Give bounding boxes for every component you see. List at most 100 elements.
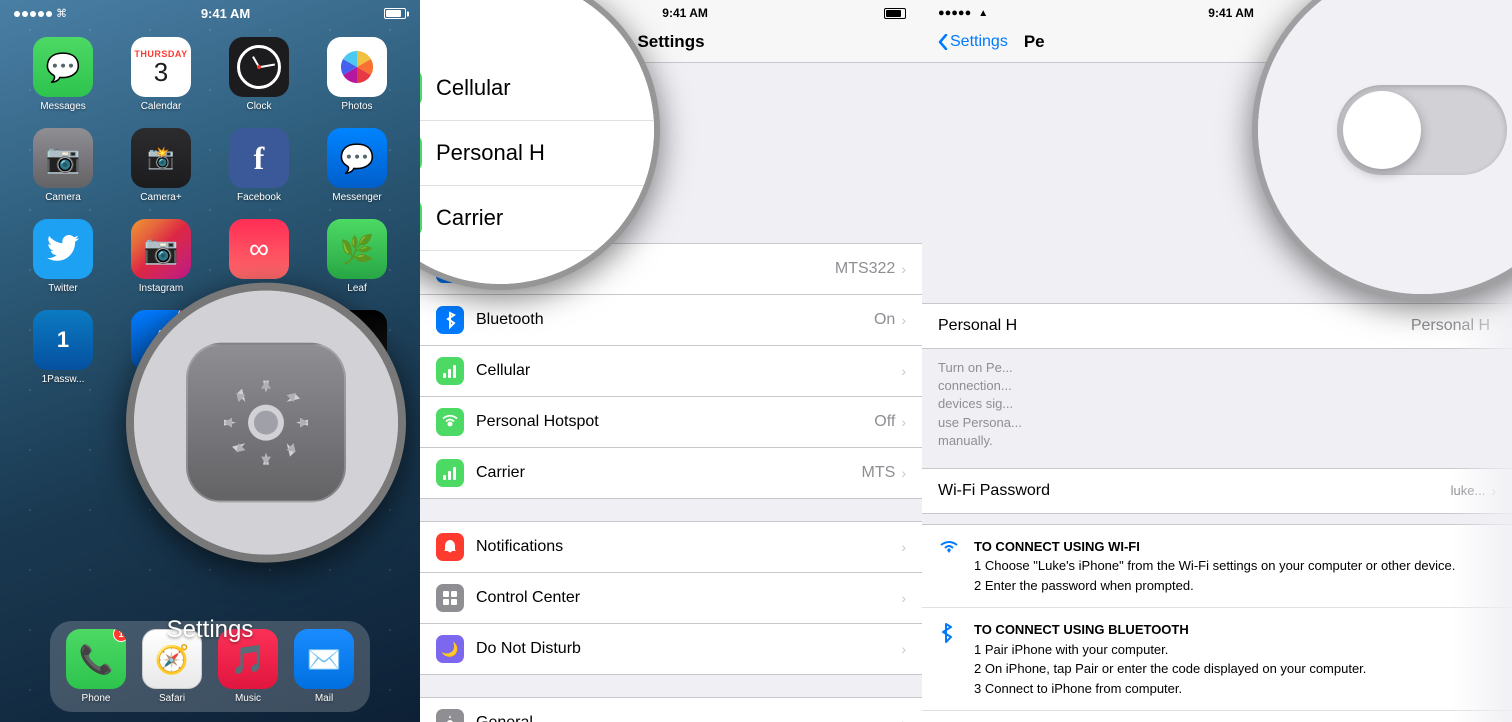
general-chevron: ›: [901, 715, 906, 722]
controlcenter-setting-icon: [436, 584, 464, 612]
general-setting-icon: [436, 709, 464, 722]
carrier-icon-svg: [441, 464, 459, 482]
app-item-1password[interactable]: 1 1Passw...: [23, 310, 103, 385]
app-item-camera[interactable]: 📷 Camera: [23, 128, 103, 203]
p3-dots: ●●●●●: [938, 7, 971, 19]
hotspot-content: Personal H Personal H Turn on Pe... conn…: [922, 303, 1512, 722]
p3-signal: ●●●●● ▲: [938, 7, 988, 19]
app-label-clock: Clock: [246, 101, 271, 112]
moon-icon: 🌙: [441, 641, 458, 658]
app-icon-1password[interactable]: 1: [33, 310, 93, 370]
dock-mail-icon[interactable]: ✉️: [294, 629, 354, 689]
settings-gap2: [420, 675, 922, 697]
dock-phone[interactable]: 📞 1 Phone: [66, 629, 126, 704]
app-icon-camera[interactable]: 📷: [33, 128, 93, 188]
settings-row-controlcenter[interactable]: Control Center ›: [420, 573, 922, 624]
notifications-setting-label: Notifications: [476, 538, 901, 556]
hotspot-value: Off: [874, 413, 895, 431]
status-signal: ⌘: [14, 7, 67, 20]
hotspot-desc-text2: connection...: [938, 378, 1012, 393]
dock-mail[interactable]: ✉️ Mail: [294, 629, 354, 704]
hotspot-section: Personal H Personal H: [922, 303, 1512, 349]
app-item-cameraplus[interactable]: 📸 Camera+: [121, 128, 201, 203]
app-label-camera: Camera: [45, 192, 81, 203]
settings-row-bluetooth[interactable]: Bluetooth On ›: [420, 295, 922, 346]
app-item-twitter[interactable]: Twitter: [23, 219, 103, 294]
app-icon-leaf[interactable]: 🌿: [327, 219, 387, 279]
app-icon-calendar[interactable]: THURSDAY 3: [131, 37, 191, 97]
notifications-icon-svg: [441, 538, 459, 556]
settings-row-general[interactable]: General ›: [420, 698, 922, 722]
facebook-glyph: f: [254, 140, 265, 177]
settings-row-notifications[interactable]: Notifications ›: [420, 522, 922, 573]
hotspot-desc-text4: use Persona...: [938, 415, 1022, 430]
controlcenter-icon-svg: [441, 589, 459, 607]
app-icon-photos[interactable]: [327, 37, 387, 97]
bluetooth-connect-heading: TO CONNECT USING BLUETOOTH: [974, 620, 1366, 640]
hotspot-chevron: ›: [901, 414, 906, 430]
app-label-facebook: Facebook: [237, 192, 281, 203]
twitter-bird-icon: [47, 235, 79, 263]
wifi-password-chevron: ›: [1491, 483, 1496, 499]
app-label-twitter: Twitter: [48, 283, 77, 294]
settings-group-general: General › ☀️ Display & Brightness ›: [420, 697, 922, 722]
app-icon-clock[interactable]: [229, 37, 289, 97]
settings-magnify-circle: [126, 283, 406, 563]
app-label-messenger: Messenger: [332, 192, 381, 203]
app-icon-instagram[interactable]: 📷: [131, 219, 191, 279]
cellular-setting-label: Cellular: [476, 362, 901, 380]
back-label: Settings: [950, 33, 1008, 51]
app-icon-facebook[interactable]: f: [229, 128, 289, 188]
camera-glyph: 📷: [46, 142, 81, 175]
ph-wifi-password-row[interactable]: Wi-Fi Password luke... ›: [922, 469, 1512, 513]
app-item-clock[interactable]: Clock: [219, 37, 299, 112]
app-icon-messages[interactable]: 💬: [33, 37, 93, 97]
app-item-messenger[interactable]: 💬 Messenger: [317, 128, 397, 203]
cellular-chevron: ›: [901, 363, 906, 379]
app-item-photos[interactable]: Photos: [317, 37, 397, 112]
app-icon-cameraplus[interactable]: 📸: [131, 128, 191, 188]
connect-bluetooth-text: TO CONNECT USING BLUETOOTH 1 Pair iPhone…: [974, 620, 1366, 698]
big-toggle[interactable]: [1337, 85, 1507, 175]
app-label-cameraplus: Camera+: [140, 192, 181, 203]
donotdisturb-chevron: ›: [901, 641, 906, 657]
general-gear-svg: [441, 714, 459, 722]
app-label-1password: 1Passw...: [42, 374, 85, 385]
settings-row-donotdisturb[interactable]: 🌙 Do Not Disturb ›: [420, 624, 922, 674]
app-item-messages[interactable]: 💬 Messages: [23, 37, 103, 112]
app-label-calendar: Calendar: [141, 101, 182, 112]
magnify2-personalh-icon: [420, 135, 422, 171]
wifi-chevron: ›: [901, 261, 906, 277]
controlcenter-setting-label: Control Center: [476, 589, 901, 607]
settings-large-icon: [186, 343, 346, 503]
app-icon-twitter[interactable]: [33, 219, 93, 279]
app-item-facebook[interactable]: f Facebook: [219, 128, 299, 203]
settings-row-cellular[interactable]: Cellular ›: [420, 346, 922, 397]
messages-glyph: 💬: [46, 51, 81, 84]
signal-dot1: [14, 11, 20, 17]
app-item-instagram[interactable]: 📷 Instagram: [121, 219, 201, 294]
app-icon-infinity[interactable]: ∞: [229, 219, 289, 279]
app-item-leaf[interactable]: 🌿 Leaf: [317, 219, 397, 294]
wifi-icon-p1: ⌘: [56, 7, 67, 20]
wifi-password-label: Wi-Fi Password: [938, 482, 1451, 500]
hotspot-desc-text: Turn on Pe...: [938, 360, 1013, 375]
magnify3-content: [1258, 0, 1512, 294]
settings-row-carrier[interactable]: Carrier MTS ›: [420, 448, 922, 498]
app-icon-messenger[interactable]: 💬: [327, 128, 387, 188]
settings-gear-svg: [216, 373, 316, 473]
signal-dot2: [22, 11, 28, 17]
panel3-title: Pe: [1024, 32, 1045, 52]
wifi-connect-step2: 2 Enter the password when prompted.: [974, 576, 1455, 596]
dock-phone-icon[interactable]: 📞 1: [66, 629, 126, 689]
ph-row-main: Personal H Personal H: [922, 304, 1512, 348]
back-button[interactable]: Settings: [938, 33, 1008, 51]
connect-bluetooth-row: TO CONNECT USING BLUETOOTH 1 Pair iPhone…: [922, 608, 1512, 711]
hotspot-description: Turn on Pe... connection... devices sig.…: [922, 349, 1512, 460]
donotdisturb-setting-label: Do Not Disturb: [476, 640, 901, 658]
app-item-calendar[interactable]: THURSDAY 3 Calendar: [121, 37, 201, 112]
settings-row-hotspot[interactable]: Personal Hotspot Off ›: [420, 397, 922, 448]
ph-main-label: Personal H: [938, 317, 1411, 335]
p3-wifi-icon: ▲: [978, 8, 988, 19]
magnify-settings-content: [134, 291, 398, 555]
